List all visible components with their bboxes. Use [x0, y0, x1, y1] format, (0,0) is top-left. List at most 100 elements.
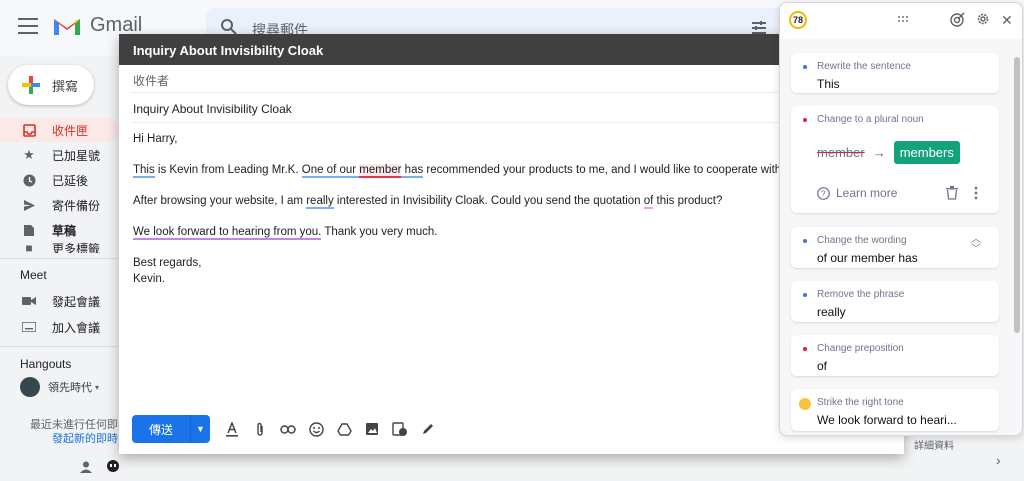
- suggestion-of[interactable]: of: [643, 195, 654, 209]
- correction-row: member → members: [817, 141, 960, 164]
- category-dot: [803, 118, 807, 122]
- image-icon[interactable]: [364, 421, 380, 437]
- writing-score[interactable]: 78: [789, 11, 807, 29]
- card-value: of: [817, 359, 828, 373]
- chevron-down-icon: ▾: [95, 382, 100, 392]
- link-icon[interactable]: [280, 421, 296, 437]
- send-options-button[interactable]: ▼: [190, 415, 210, 443]
- sidebar-item-snoozed[interactable]: 已延後: [0, 168, 120, 192]
- category-dot: [803, 293, 807, 297]
- suggestion-card-remove[interactable]: Remove the phrase really: [791, 281, 999, 322]
- meet-new-meeting[interactable]: 發起會議: [22, 293, 100, 310]
- chevron-down-icon: ▼: [196, 424, 205, 434]
- gear-icon[interactable]: [976, 12, 990, 26]
- text: One of our: [301, 164, 360, 176]
- sidebar-item-label: 已加星號: [52, 148, 101, 163]
- gmail-m-icon: [54, 18, 80, 35]
- help-circle-icon: ?: [817, 186, 830, 200]
- sidebar-item-starred[interactable]: ★ 已加星號: [0, 143, 120, 167]
- star-icon: ★: [23, 147, 35, 162]
- accept-suggestion-button[interactable]: members: [893, 141, 960, 164]
- suggestion-card-preposition[interactable]: Change preposition of: [791, 335, 999, 376]
- person-icon[interactable]: [80, 461, 92, 473]
- paragraph-1: This is Kevin from Leading Mr.K. One of …: [133, 162, 890, 178]
- hangouts-user-name: 領先時代: [48, 382, 92, 394]
- suggestion-card-plural[interactable]: Change to a plural noun member → members…: [791, 106, 999, 213]
- sidebar-item-label: 已延後: [52, 173, 89, 188]
- drag-handle-icon[interactable]: [898, 16, 910, 22]
- sidebar-divider: [0, 346, 118, 347]
- goals-target-icon[interactable]: [950, 11, 966, 27]
- drive-icon[interactable]: [336, 421, 352, 437]
- sidebar-item-label: 更多標籤: [52, 243, 101, 253]
- card-value: This: [817, 77, 840, 91]
- close-icon[interactable]: ✕: [1001, 12, 1013, 29]
- learn-more-link[interactable]: ? Learn more: [817, 186, 897, 200]
- greeting: Hi Harry,: [133, 133, 178, 145]
- sidebar-divider: [0, 258, 118, 259]
- meet-title: Meet: [20, 268, 47, 282]
- tone-emoji-icon: [799, 398, 811, 410]
- suggestion-this[interactable]: This: [133, 164, 155, 178]
- recipients-field[interactable]: 收件者: [131, 65, 892, 93]
- svg-text:?: ?: [821, 189, 826, 198]
- attach-icon[interactable]: [252, 421, 268, 437]
- learn-more-label: Learn more: [836, 186, 898, 200]
- suggestion-card-wording[interactable]: Change the wording of our member has ︿ ﹀: [791, 227, 999, 268]
- text: has: [401, 164, 424, 176]
- meet-item-label: 發起會議: [52, 295, 101, 309]
- compose-toolbar: 傳送 ▼: [132, 415, 436, 443]
- text: recommended your products to me, and I w…: [423, 164, 807, 176]
- meet-join-meeting[interactable]: 加入會議: [21, 319, 100, 336]
- hangouts-icon[interactable]: [106, 460, 120, 474]
- avatar: [20, 377, 40, 397]
- paragraph-3: We look forward to hearing from you. Tha…: [133, 224, 890, 240]
- hangouts-user[interactable]: 領先時代 ▾: [20, 377, 99, 397]
- sidebar-item-label: 收件匣: [52, 123, 89, 138]
- card-value: of our member has: [817, 251, 918, 265]
- more-options-icon[interactable]: [974, 186, 978, 200]
- sidebar-nav: 收件匣 ★ 已加星號 已延後 寄件備份 草稿 ■ 更多標籤: [0, 118, 120, 254]
- signature-pen-icon[interactable]: [420, 421, 436, 437]
- sidebar-item-label: 寄件備份: [52, 198, 101, 213]
- sidebar-item-more[interactable]: ■ 更多標籤: [0, 243, 120, 253]
- card-value: really: [817, 305, 846, 319]
- suggestion-card-tone[interactable]: Strike the right tone We look forward to…: [791, 389, 999, 431]
- suggestion-tone[interactable]: We look forward to hearing from you.: [133, 226, 322, 240]
- writing-assistant-panel: 78 ✕ Rewrite the sentence This Change to…: [779, 2, 1023, 436]
- card-title: Remove the phrase: [817, 289, 905, 300]
- card-title: Change the wording: [817, 235, 907, 246]
- subject-field[interactable]: Inquiry About Invisibility Cloak: [131, 93, 892, 123]
- sidebar-item-drafts[interactable]: 草稿: [0, 218, 120, 242]
- original-word: member: [817, 145, 865, 160]
- text: interested in Invisibility Cloak. Could …: [333, 195, 644, 207]
- compose-plus-icon: [22, 76, 40, 94]
- emoji-icon[interactable]: [308, 421, 324, 437]
- text: After browsing your website, I am: [133, 195, 307, 207]
- text-format-icon[interactable]: [224, 421, 240, 437]
- keyboard-icon: [21, 320, 37, 335]
- sidebar-item-inbox[interactable]: 收件匣: [0, 118, 118, 142]
- panel-scrollbar[interactable]: [1014, 57, 1020, 333]
- trash-icon[interactable]: [946, 186, 958, 200]
- hangouts-title: Hangouts: [20, 357, 72, 371]
- suggestion-wording[interactable]: One of our member has: [301, 164, 424, 178]
- send-icon: [22, 198, 36, 212]
- details-link[interactable]: 詳細資料: [914, 437, 954, 452]
- confidential-mode-icon[interactable]: [392, 421, 408, 437]
- compose-button[interactable]: 撰寫: [8, 65, 94, 105]
- chevron-right-icon[interactable]: ›: [996, 452, 1001, 468]
- text: is Kevin from Leading Mr.K.: [154, 164, 302, 176]
- compose-label: 撰寫: [52, 78, 79, 94]
- hangouts-bottom-bar: [80, 460, 120, 474]
- suggestion-card-rewrite[interactable]: Rewrite the sentence This: [791, 53, 999, 93]
- suggestion-really[interactable]: really: [306, 195, 334, 209]
- start-chat-link[interactable]: 發起新的即時: [0, 432, 118, 446]
- expand-collapse-icon[interactable]: ︿ ﹀: [971, 235, 981, 255]
- card-title: Change to a plural noun: [817, 114, 924, 125]
- sidebar-item-sent[interactable]: 寄件備份: [0, 193, 120, 217]
- send-button[interactable]: 傳送: [132, 415, 190, 443]
- suggestion-member[interactable]: member: [359, 164, 402, 178]
- card-value: We look forward to heari...: [817, 413, 957, 427]
- main-menu-icon[interactable]: [18, 18, 38, 34]
